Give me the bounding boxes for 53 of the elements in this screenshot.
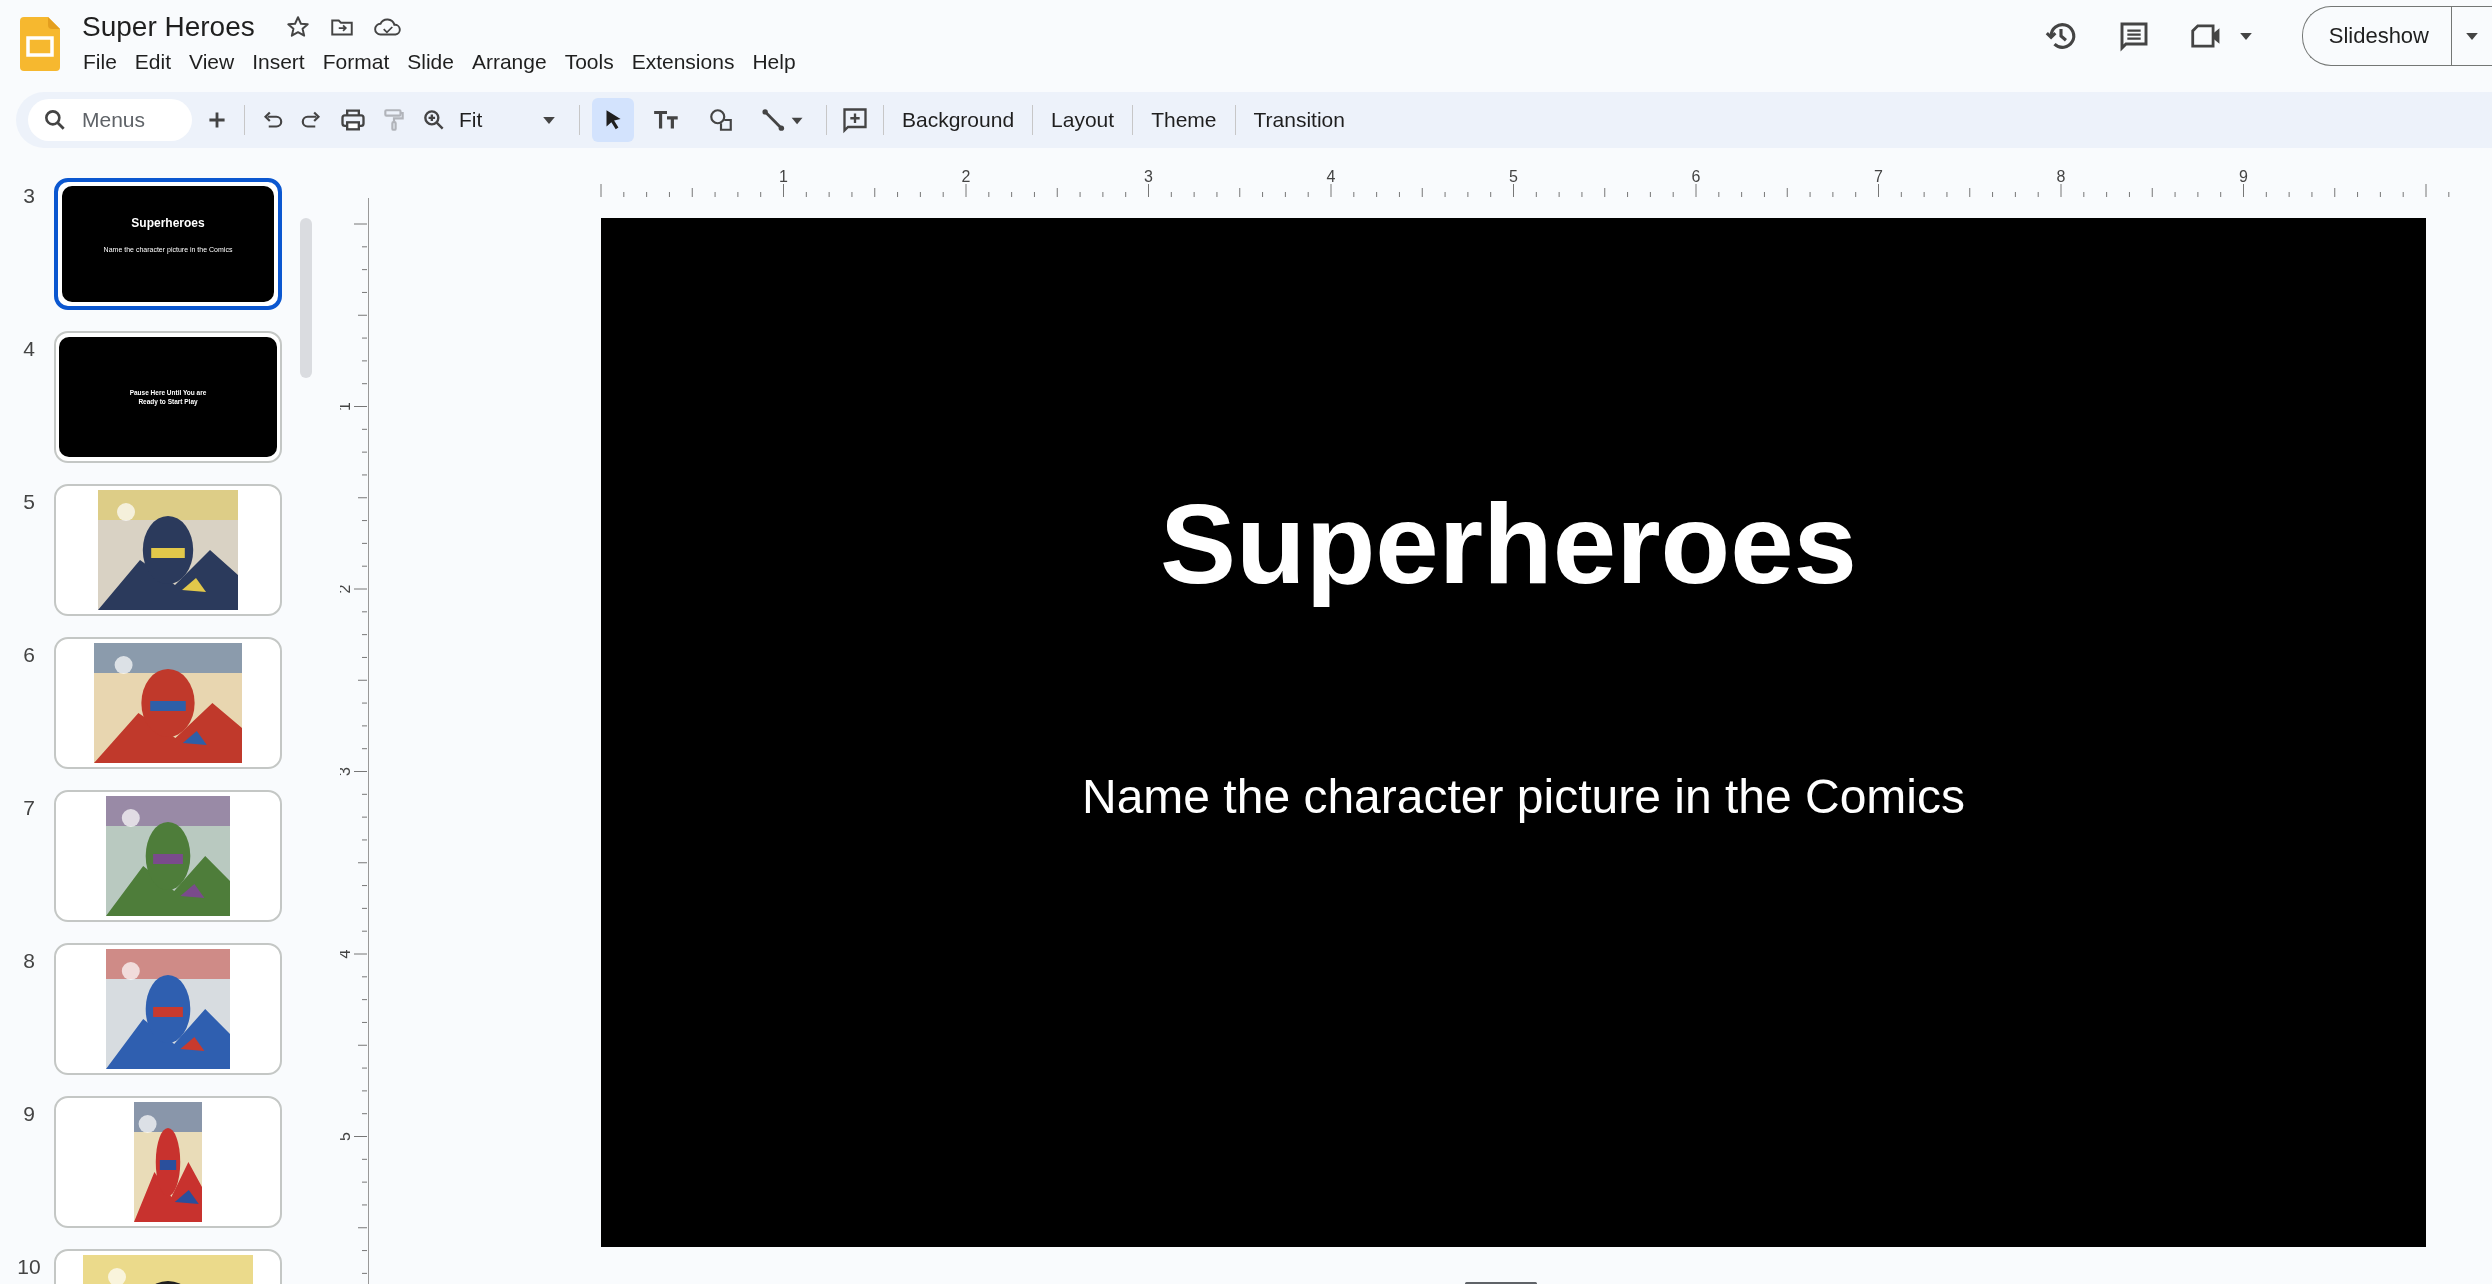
slide-number: 4 — [22, 336, 36, 361]
menu-item[interactable]: Tools — [555, 48, 623, 76]
ruler-number: 8 — [2056, 170, 2066, 185]
menu-item[interactable]: Extensions — [622, 48, 744, 76]
ruler-number: 4 — [1326, 170, 1336, 185]
add-comment-icon[interactable] — [841, 106, 869, 134]
menu-item[interactable]: Format — [313, 48, 399, 76]
select-tool-button[interactable] — [592, 98, 634, 142]
caret-icon — [543, 116, 555, 124]
ruler-number: 3 — [1144, 170, 1153, 185]
ruler-number: 7 — [1874, 170, 1883, 185]
slide-subtitle[interactable]: Name the character picture in the Comics — [1082, 769, 1965, 824]
slide-thumbnail[interactable] — [54, 943, 282, 1075]
menu-item[interactable]: Edit — [125, 48, 181, 76]
search-bar[interactable]: Menus — [28, 99, 192, 141]
toolbar-text-button[interactable]: Layout — [1045, 104, 1121, 136]
thumbnail-title: Superheroes — [131, 216, 205, 230]
ruler-number: 2 — [961, 170, 971, 185]
slide-canvas[interactable]: Superheroes Name the character picture in the Comics — [601, 218, 2426, 1247]
slide-number: 10 — [16, 1254, 42, 1279]
search-input[interactable]: Menus — [80, 107, 184, 133]
caret-icon[interactable] — [2239, 32, 2252, 40]
slide-thumbnail[interactable] — [54, 1096, 282, 1228]
menu-item[interactable]: Slide — [398, 48, 463, 76]
scrollbar-thumb[interactable] — [300, 218, 312, 378]
shapes-icon — [708, 107, 734, 133]
star-icon[interactable] — [284, 14, 311, 40]
slide-number: 3 — [22, 183, 36, 208]
ruler-number: 6 — [1691, 170, 1701, 185]
menu-item[interactable]: File — [74, 48, 126, 76]
slide-number: 5 — [22, 489, 36, 514]
ruler-number: 1 — [779, 170, 788, 185]
zoom-dropdown[interactable]: Fit — [459, 108, 555, 132]
slide-number: 7 — [22, 795, 36, 820]
slide-number: 9 — [22, 1101, 36, 1126]
slide-thumbnail[interactable] — [54, 637, 282, 769]
menu-item[interactable]: Help — [743, 48, 805, 76]
slide-thumbnail[interactable] — [54, 790, 282, 922]
slide-title[interactable]: Superheroes — [1160, 478, 1857, 609]
slide-number: 6 — [22, 642, 36, 667]
slide-thumbnail[interactable] — [54, 484, 282, 616]
toolbar-text-button[interactable]: Transition — [1247, 104, 1351, 136]
menu-item[interactable]: View — [180, 48, 244, 76]
ruler-number: 5 — [1509, 170, 1518, 185]
document-title[interactable]: Super Heroes — [82, 11, 255, 43]
ruler-number: 9 — [2239, 170, 2248, 185]
toolbar-text-button[interactable]: Theme — [1145, 104, 1223, 136]
slide-number: 8 — [22, 948, 36, 973]
caret-icon — [2466, 32, 2478, 40]
menu-item[interactable]: Arrange — [462, 48, 556, 76]
menu-item[interactable]: Insert — [243, 48, 314, 76]
toolbar-text-button[interactable]: Background — [896, 104, 1021, 136]
slideshow-button[interactable]: Slideshow — [2302, 7, 2452, 65]
